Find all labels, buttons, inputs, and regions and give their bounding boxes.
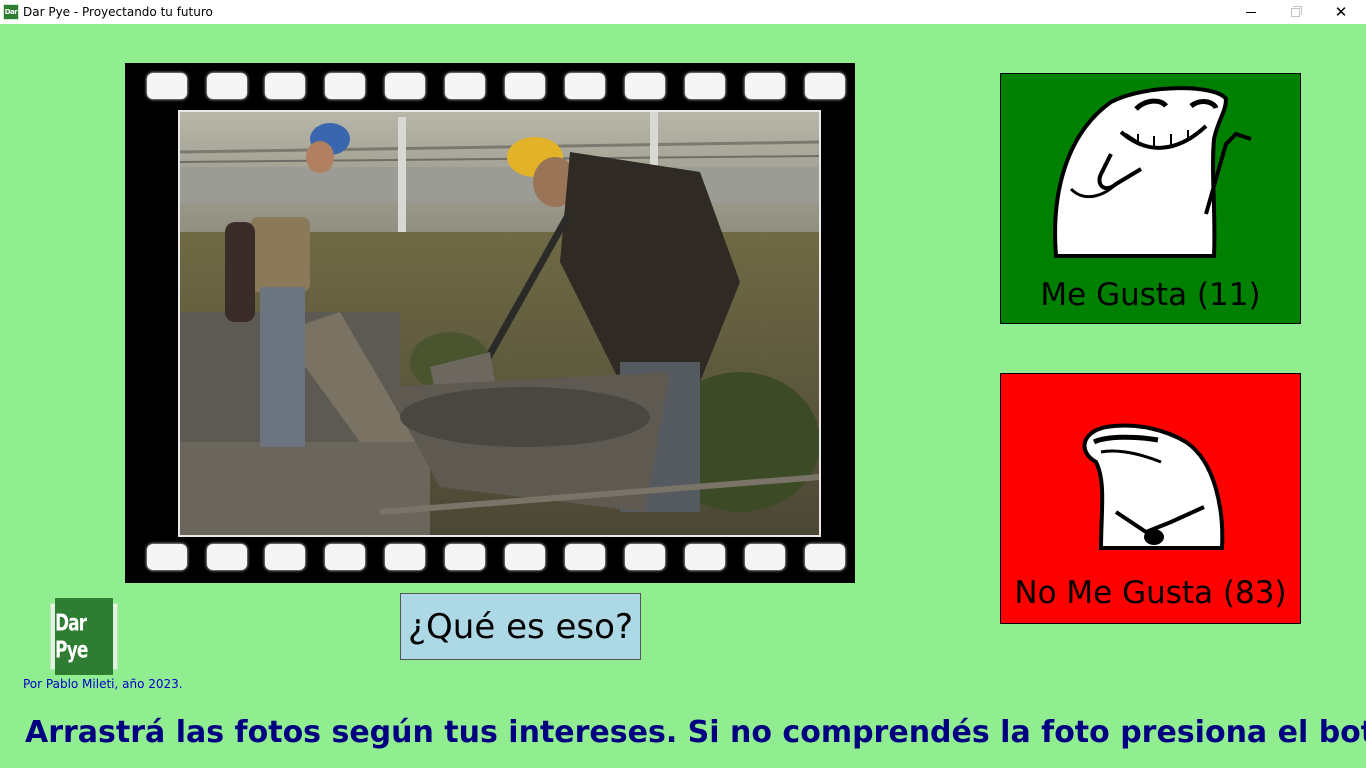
film-sprockets-top: [125, 73, 855, 101]
photo-image: [180, 112, 819, 535]
minimize-icon: [1246, 11, 1256, 13]
maximize-icon: [1290, 5, 1302, 17]
draggable-photo[interactable]: [125, 63, 855, 583]
author-credit: Por Pablo Mileti, año 2023.: [23, 677, 183, 691]
app-logo-icon: Dar Pye: [3, 4, 19, 20]
like-drop-zone[interactable]: Me Gusta (11): [1000, 73, 1301, 324]
close-icon: ✕: [1334, 2, 1348, 21]
workers-photo: [178, 110, 821, 537]
dar-pye-logo: Dar Pye: [50, 598, 118, 675]
close-button[interactable]: ✕: [1318, 0, 1364, 24]
dislike-drop-zone[interactable]: No Me Gusta (83): [1000, 373, 1301, 624]
dislike-label: No Me Gusta (83): [1014, 575, 1287, 611]
minimize-button[interactable]: [1228, 0, 1274, 24]
dar-pye-logo-text: Dar Pye: [55, 598, 113, 675]
maximize-button[interactable]: [1272, 0, 1318, 24]
window-title: Dar Pye - Proyectando tu futuro: [23, 5, 213, 19]
que-es-eso-button[interactable]: ¿Qué es eso?: [400, 593, 641, 660]
sad-meme-icon: [1082, 423, 1225, 550]
smiling-meme-icon: [1053, 86, 1252, 258]
instruction-text: Arrastrá las fotos según tus intereses. …: [25, 715, 1366, 750]
film-sprockets-bottom: [125, 544, 855, 572]
like-label: Me Gusta (11): [1040, 277, 1261, 313]
title-bar: Dar Pye Dar Pye - Proyectando tu futuro …: [0, 0, 1366, 24]
